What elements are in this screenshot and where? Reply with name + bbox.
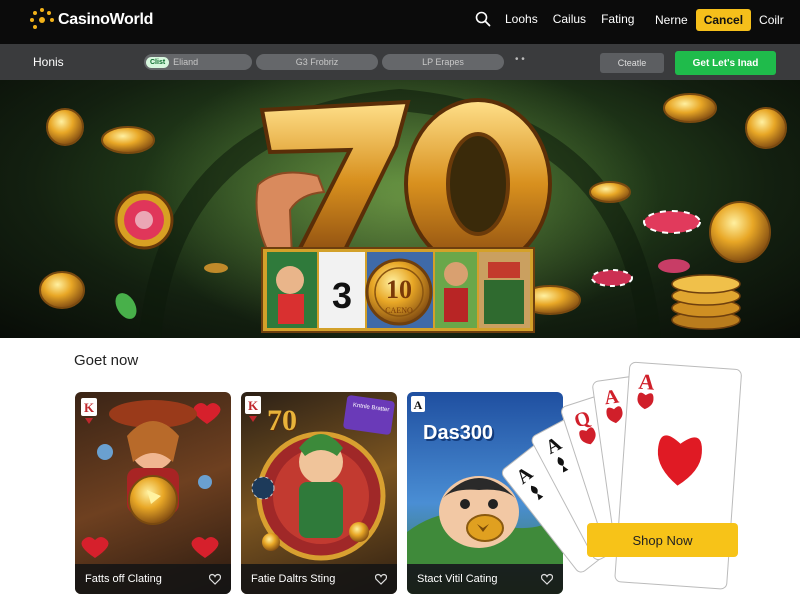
playing-cards-decoration: A A Q A A — [501, 361, 742, 590]
category-bar: Honis Clist Eliand G3 Frobriz LP Erapes … — [0, 44, 800, 80]
account-link-1[interactable]: Nerne — [655, 13, 688, 27]
favorite-icon[interactable] — [209, 573, 221, 585]
game-card-1[interactable]: K Fatts off Clating — [75, 392, 231, 594]
more-menu[interactable]: • • — [515, 54, 525, 65]
logo-icon — [30, 8, 54, 29]
card-number: 70 — [267, 404, 297, 437]
nav-item-1[interactable]: Loohs — [505, 12, 538, 26]
tab-label: Eliand — [173, 57, 199, 67]
reel-number: 3 — [332, 275, 352, 316]
logo[interactable]: CasinoWorld — [28, 6, 153, 34]
game-art: K — [81, 398, 221, 558]
card-title[interactable]: Fatts off Clating — [85, 573, 162, 585]
game-card-2[interactable]: K 70 Kntnle Bratter Fatie Daltrs Sting — [241, 392, 397, 594]
hero-art: 3 10 CAENO — [39, 80, 787, 338]
favorite-icon[interactable] — [375, 573, 387, 585]
card-title[interactable]: Fatie Daltrs Sting — [251, 573, 335, 585]
cancel-button[interactable]: Cancel — [695, 9, 752, 31]
main-nav: Loohs Cailus Fating — [505, 12, 634, 26]
account-link-2[interactable]: Coilr — [759, 13, 784, 27]
card-corner: K — [248, 398, 259, 413]
tab-tag: Clist — [146, 56, 170, 68]
logo-text: CasinoWorld — [58, 11, 154, 28]
home-link[interactable]: Honis — [33, 55, 64, 69]
search-icon[interactable] — [474, 10, 492, 28]
hero-banner[interactable]: 3 10 CAENO — [0, 80, 800, 338]
create-button[interactable]: Cteatle — [600, 53, 664, 73]
section-title: Goet now — [74, 352, 139, 369]
shop-now-button[interactable]: Shop Now — [587, 523, 738, 557]
card-caption: Fatts off Clating — [75, 564, 231, 594]
category-tab-2[interactable]: G3 Frobriz — [256, 54, 378, 70]
nav-item-2[interactable]: Cailus — [553, 12, 586, 26]
playing-card-rank: A — [638, 369, 656, 395]
card-caption: Fatie Daltrs Sting — [241, 564, 397, 594]
game-art: K — [245, 395, 395, 561]
card-corner: A — [414, 398, 423, 412]
category-tab-1[interactable]: Clist Eliand — [144, 54, 252, 70]
top-header: CasinoWorld Loohs Cailus Fating Nerne Ca… — [0, 0, 800, 44]
account-nav: Nerne Cancel Coilr — [655, 9, 784, 31]
category-tab-3[interactable]: LP Erapes — [382, 54, 504, 70]
coin-number: 10 — [386, 275, 412, 304]
get-started-button[interactable]: Get Let's Inad — [675, 51, 776, 75]
coin-text: CAENO — [385, 306, 413, 315]
nav-item-3[interactable]: Fating — [601, 12, 634, 26]
card-corner: K — [84, 400, 95, 415]
